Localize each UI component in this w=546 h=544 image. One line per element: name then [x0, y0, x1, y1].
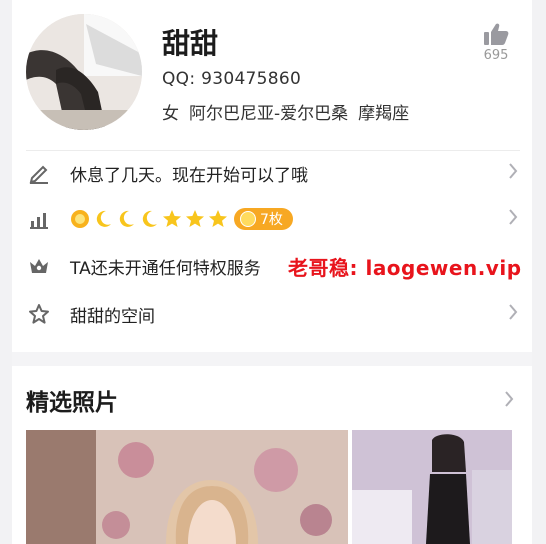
- like-count: 695: [483, 48, 509, 63]
- featured-photos-title[interactable]: 精选照片: [26, 383, 118, 417]
- zodiac: 摩羯座: [358, 104, 410, 124]
- chevron-right-icon: [508, 208, 518, 230]
- star-icon: [163, 210, 181, 227]
- like-button[interactable]: 695: [478, 22, 514, 63]
- level-chart-icon: [26, 206, 52, 232]
- thumbs-up-icon: [484, 23, 509, 45]
- pencil-icon: [26, 160, 52, 186]
- space-text: 甜甜的空间: [70, 306, 155, 327]
- level-badge: 7枚: [234, 208, 293, 230]
- crown-icon: [26, 253, 52, 279]
- photo-thumbnail[interactable]: [26, 430, 348, 544]
- gender: 女: [162, 104, 179, 124]
- signature-text: 休息了几天。现在开始可以了哦: [70, 165, 308, 186]
- star-icon: [209, 210, 227, 227]
- level-icons: [70, 209, 228, 229]
- moon-icon: [96, 210, 111, 227]
- profile-name: 甜甜: [162, 27, 219, 60]
- photo-thumbnail[interactable]: [352, 430, 512, 544]
- star-icon: [186, 210, 204, 227]
- right-gutter: [532, 0, 546, 544]
- level-row[interactable]: 7枚: [26, 196, 518, 242]
- qq-number: QQ: 930475860: [162, 69, 302, 89]
- sun-icon: [71, 210, 89, 228]
- chevron-right-icon: [508, 303, 518, 325]
- coin-icon: [240, 211, 256, 227]
- left-gutter: [0, 0, 12, 544]
- star-icon: [26, 301, 52, 327]
- space-row[interactable]: 甜甜的空间: [26, 291, 518, 337]
- section-gap: [12, 352, 532, 366]
- chevron-right-icon: [508, 162, 518, 184]
- watermark: 老哥稳: laogewen.vip: [288, 256, 522, 280]
- moon-icon: [142, 210, 157, 227]
- location: 阿尔巴尼亚-爱尔巴桑: [189, 104, 349, 124]
- signature-row[interactable]: 休息了几天。现在开始可以了哦: [26, 150, 518, 196]
- profile-info: 女阿尔巴尼亚-爱尔巴桑 摩羯座: [162, 99, 419, 124]
- vip-status-text: TA还未开通任何特权服务: [70, 258, 261, 279]
- level-badge-text: 7枚: [260, 212, 283, 228]
- moon-icon: [119, 210, 134, 227]
- avatar[interactable]: [26, 14, 142, 130]
- chevron-right-icon[interactable]: [504, 390, 514, 412]
